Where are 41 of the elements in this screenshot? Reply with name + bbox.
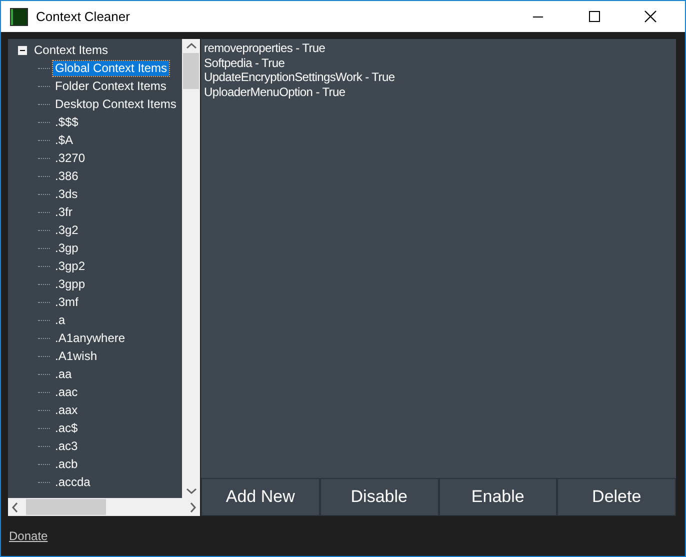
tree-item[interactable]: .3g2 (53, 222, 80, 238)
tree-item[interactable]: Global Context Items (53, 60, 170, 76)
window-title: Context Cleaner (36, 9, 131, 24)
tree-item[interactable]: .aac (53, 384, 80, 400)
tree-item[interactable]: .386 (53, 168, 80, 184)
list-entry[interactable]: Softpedia - True (204, 56, 673, 70)
collapse-icon[interactable] (18, 46, 27, 54)
tree-item[interactable]: Context Items (32, 42, 110, 58)
tree-item[interactable]: .A1wish (53, 348, 100, 364)
tree-item[interactable]: .3gp (53, 240, 80, 256)
action-button[interactable]: Add New (201, 478, 320, 516)
tree-item[interactable]: Folder Context Items (53, 78, 168, 94)
tree-item[interactable]: .3ds (53, 186, 80, 202)
action-button[interactable]: Disable (320, 478, 438, 516)
tree-item[interactable]: .ac3 (53, 438, 80, 454)
tree-item[interactable]: .3270 (53, 150, 88, 166)
scroll-thumb[interactable] (183, 53, 199, 89)
tree-item[interactable]: .3mf (53, 294, 80, 310)
tree-item[interactable]: .acb (53, 456, 80, 472)
tree-item[interactable]: .$A (53, 132, 76, 148)
tree-item[interactable]: .3gpp (53, 276, 88, 292)
tree-item[interactable]: .3fr (53, 204, 74, 220)
tree-item[interactable]: .aa (53, 366, 74, 382)
tree-item[interactable]: .aax (53, 402, 80, 418)
list-entry[interactable]: UpdateEncryptionSettingsWork - True (204, 70, 673, 84)
tree-item[interactable]: .ac$ (53, 420, 80, 436)
donate-link[interactable]: Donate (9, 529, 48, 543)
tree-item[interactable]: .$$$ (53, 114, 80, 130)
tree-item[interactable]: .3gp2 (53, 258, 88, 274)
action-button[interactable]: Enable (438, 478, 558, 516)
action-button[interactable]: Delete (557, 478, 676, 516)
list-entry[interactable]: UploaderMenuOption - True (204, 84, 673, 99)
vertical-scrollbar[interactable] (182, 39, 200, 498)
scroll-thumb[interactable] (26, 499, 106, 515)
tree-item[interactable]: .A1anywhere (53, 330, 128, 346)
horizontal-scrollbar[interactable] (8, 498, 200, 516)
app-icon (10, 8, 28, 26)
tree-item[interactable]: Desktop Context Items (53, 96, 178, 112)
list-entry[interactable]: removeproperties - True (204, 41, 673, 56)
tree-item[interactable]: .accda (53, 474, 92, 490)
tree-item[interactable]: .a (53, 312, 68, 328)
